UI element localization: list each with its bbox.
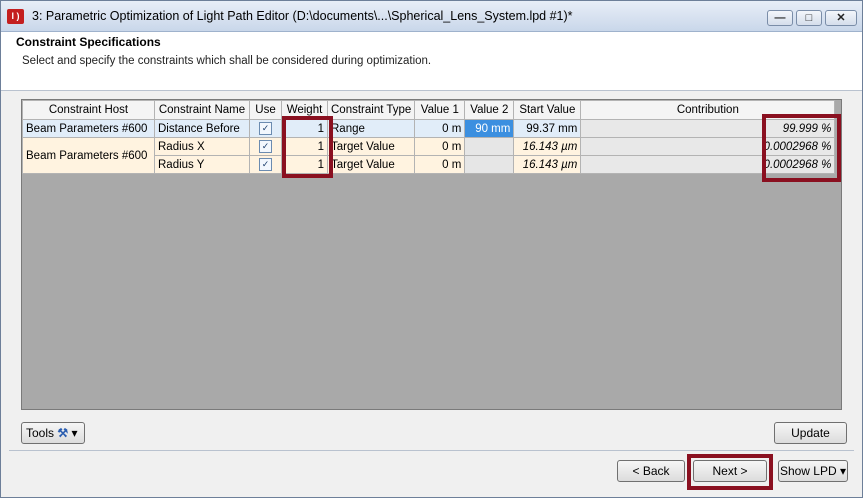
minimize-icon: — (774, 12, 786, 24)
column-header-host[interactable]: Constraint Host (22, 100, 155, 120)
cell-weight[interactable]: 1 (281, 155, 328, 174)
update-label: Update (791, 426, 830, 440)
column-header-value2[interactable]: Value 2 (464, 100, 515, 120)
column-header-use[interactable]: Use (249, 100, 282, 120)
next-button[interactable]: Next > (693, 460, 767, 482)
cell-host[interactable]: Beam Parameters #600 (22, 119, 155, 138)
window-title: 3: Parametric Optimization of Light Path… (32, 9, 573, 23)
title-bar[interactable]: I ) 3: Parametric Optimization of Light … (1, 1, 862, 32)
next-label: Next > (712, 464, 748, 478)
cell-use[interactable]: ✓ (249, 137, 282, 156)
cell-value2[interactable]: 90 mm (464, 119, 515, 138)
table-row[interactable]: Beam Parameters #600 Distance Before ✓ 1… (22, 119, 836, 138)
page-header: Constraint Specifications Select and spe… (1, 32, 862, 91)
app-icon: I ) (7, 9, 24, 24)
editor-window: I ) 3: Parametric Optimization of Light … (0, 0, 863, 498)
table-row[interactable]: Beam Parameters #600 Radius X ✓ 1 Target… (22, 137, 836, 174)
column-header-start-value[interactable]: Start Value (513, 100, 582, 120)
tools-button[interactable]: Tools ⚒ ▾ (21, 422, 85, 444)
cell-start-value: 99.37 mm (513, 119, 582, 138)
cell-type[interactable]: Target Value (326, 137, 416, 156)
cell-weight[interactable]: 1 (281, 119, 328, 138)
use-checkbox[interactable]: ✓ (259, 122, 272, 135)
show-lpd-label: Show LPD (779, 464, 837, 478)
page-subtitle: Select and specify the constraints which… (22, 55, 432, 67)
cell-value1[interactable]: 0 m (414, 119, 466, 138)
back-label: < Back (632, 464, 670, 478)
tools-label: Tools (26, 426, 55, 440)
cell-start-value: 16.143 µm (513, 137, 582, 156)
page-title: Constraint Specifications (16, 35, 161, 49)
column-header-value1[interactable]: Value 1 (414, 100, 466, 120)
update-button[interactable]: Update (774, 422, 847, 444)
cell-contribution: 0.0002968 % (580, 155, 836, 174)
close-button[interactable]: ✕ (825, 10, 857, 26)
table-header-row: Constraint Host Constraint Name Use Weig… (22, 100, 836, 120)
cell-contribution: 0.0002968 % (580, 137, 836, 156)
column-header-name[interactable]: Constraint Name (154, 100, 250, 120)
chevron-down-icon: ▾ (840, 464, 847, 478)
tools-icon: ⚒ (57, 426, 69, 440)
cell-value2 (464, 155, 515, 174)
cell-start-value: 16.143 µm (513, 155, 582, 174)
minimize-button[interactable]: — (767, 10, 793, 26)
cell-name[interactable]: Radius Y (154, 155, 250, 174)
footer-divider (9, 450, 854, 451)
close-icon: ✕ (836, 12, 846, 24)
back-button[interactable]: < Back (617, 460, 685, 482)
cell-type[interactable]: Target Value (326, 155, 416, 174)
column-header-weight[interactable]: Weight (281, 100, 328, 120)
constraints-table: Constraint Host Constraint Name Use Weig… (22, 100, 836, 174)
chevron-down-icon: ▾ (71, 426, 78, 440)
column-header-contribution[interactable]: Contribution (580, 100, 836, 120)
cell-use[interactable]: ✓ (249, 155, 282, 174)
show-lpd-button[interactable]: Show LPD ▾ (778, 460, 848, 482)
cell-host[interactable]: Beam Parameters #600 (22, 137, 155, 174)
cell-value2 (464, 137, 515, 156)
constraints-grid[interactable]: Constraint Host Constraint Name Use Weig… (21, 99, 842, 410)
maximize-button[interactable]: □ (796, 10, 822, 26)
cell-type[interactable]: Range (326, 119, 416, 138)
use-checkbox[interactable]: ✓ (259, 158, 272, 171)
column-header-type[interactable]: Constraint Type (326, 100, 416, 120)
cell-value1[interactable]: 0 m (414, 155, 466, 174)
cell-use[interactable]: ✓ (249, 119, 282, 138)
cell-name[interactable]: Radius X (154, 137, 250, 156)
cell-name[interactable]: Distance Before (154, 119, 250, 138)
cell-value1[interactable]: 0 m (414, 137, 466, 156)
maximize-icon: □ (805, 12, 813, 24)
cell-weight[interactable]: 1 (281, 137, 328, 156)
use-checkbox[interactable]: ✓ (259, 140, 272, 153)
cell-contribution: 99.999 % (580, 119, 836, 138)
